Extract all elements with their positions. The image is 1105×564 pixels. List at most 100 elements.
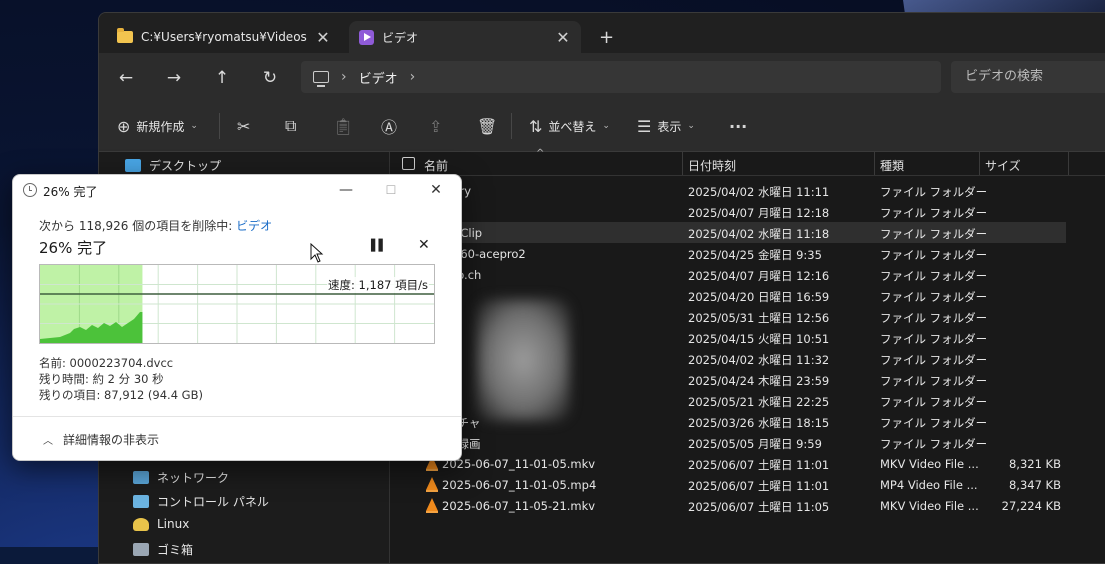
up-arrow-icon[interactable]: ↑ (209, 65, 235, 91)
file-date: 2025/05/05 月曜日 9:59 (688, 437, 822, 451)
progress-graph: 速度: 1,187 項目/s (39, 264, 435, 344)
tab-videos[interactable]: ビデオ ✕ (349, 21, 581, 53)
toolbar-divider (219, 113, 220, 139)
file-row[interactable]: 2025-06-07_11-01-05.mkv 2025/06/07 土曜日 11… (390, 453, 1066, 474)
file-date: 2025/04/02 水曜日 11:32 (688, 353, 830, 367)
sort-icon: ⇅ (529, 116, 543, 136)
rename-icon[interactable]: Ⓐ (381, 115, 397, 137)
column-divider[interactable] (979, 152, 980, 175)
file-row[interactable]: 2025-06-07_11-05-21.mkv 2025/06/07 土曜日 11… (390, 495, 1066, 516)
close-tab-icon[interactable]: ✕ (315, 28, 331, 47)
view-button-label: 表示 (657, 119, 682, 134)
new-tab-button[interactable]: + (599, 27, 614, 48)
video-library-icon (359, 29, 374, 45)
items-remaining: 残りの項目: 87,912 (94.4 GB) (39, 388, 203, 402)
file-row[interactable]: mo.ch 2025/04/07 月曜日 12:16 ファイル フォルダー (390, 264, 1066, 285)
sidebar-item-label: ネットワーク (157, 471, 230, 485)
share-icon[interactable]: ⇪ (429, 115, 442, 137)
file-type: MKV Video File ... (880, 499, 979, 513)
new-button-label: 新規作成 (136, 119, 185, 134)
cancel-button[interactable]: ✕ (418, 237, 430, 253)
delete-status: 次から 118,926 個の項目を削除中: ビデオ (39, 217, 272, 234)
file-date: 2025/05/31 土曜日 12:56 (688, 311, 830, 325)
file-date: 2025/06/07 土曜日 11:05 (688, 500, 830, 514)
sidebar-item-desktop[interactable]: デスクトップ (125, 157, 221, 174)
file-date: 2025/04/15 火曜日 10:51 (688, 332, 830, 346)
file-type: ファイル フォルダー (880, 290, 988, 304)
file-row[interactable]: heClip 2025/04/02 水曜日 11:18 ファイル フォルダー (390, 222, 1066, 243)
back-arrow-icon[interactable]: ← (113, 65, 139, 91)
column-name[interactable]: 名前 (424, 157, 448, 174)
paste-icon[interactable]: 📋︎ (333, 115, 353, 137)
sidebar-item-label: デスクトップ (149, 159, 222, 173)
toolbar-divider (511, 113, 512, 139)
this-pc-icon (313, 71, 329, 87)
file-row[interactable]: M2025/04/07 月曜日 12:18ファイル フォルダー (390, 201, 1066, 222)
navigation-bar: ← → ↑ ↻ › ビデオ › ビデオの検索 (99, 53, 1105, 101)
address-bar[interactable]: › ビデオ › (301, 61, 941, 93)
chevron-right-icon[interactable]: › (410, 69, 416, 85)
percent-complete: 26% 完了 (39, 239, 108, 257)
sidebar-item-recycle-bin[interactable]: ゴミ箱 (133, 541, 193, 558)
file-type: ファイル フォルダー (880, 311, 988, 325)
sidebar-item-network[interactable]: ネットワーク (133, 469, 229, 486)
file-type: ファイル フォルダー (880, 437, 988, 451)
forward-arrow-icon[interactable]: → (161, 65, 187, 91)
sidebar-item-control-panel[interactable]: コントロール パネル (133, 493, 269, 510)
chevron-right-icon[interactable]: › (341, 69, 347, 85)
details-toggle[interactable]: ︿ 詳細情報の非表示 (13, 416, 461, 460)
file-type: ファイル フォルダー (880, 248, 988, 262)
file-type: ファイル フォルダー (880, 353, 988, 367)
mouse-cursor-icon (310, 243, 324, 263)
command-bar: ⊕ 新規作成 ⌄ ✂ ⧉ 📋︎ Ⓐ ⇪ 🗑︎ ⇅ 並べ替え ⌄ ☰ 表示 ⌄ ·… (99, 101, 1105, 152)
delete-status-text: 次から 118,926 個の項目を削除中: (39, 219, 237, 233)
column-divider[interactable] (874, 152, 875, 175)
file-type: ファイル フォルダー (880, 395, 988, 409)
column-date[interactable]: 日付時刻 (688, 157, 736, 174)
file-row[interactable]: llery2025/04/02 水曜日 11:11ファイル フォルダー (390, 180, 1066, 201)
column-size[interactable]: サイズ (985, 157, 1021, 174)
folder-icon (117, 28, 133, 43)
file-type: ファイル フォルダー (880, 269, 988, 283)
column-divider[interactable] (1068, 152, 1069, 175)
file-row[interactable]: a360-acepro2 2025/04/25 金曜日 9:35 ファイル フォルダ… (390, 243, 1066, 264)
sort-button[interactable]: ⇅ 並べ替え ⌄ (529, 115, 610, 137)
column-divider[interactable] (682, 152, 683, 175)
delete-icon[interactable]: 🗑︎ (477, 115, 497, 137)
more-options-icon[interactable]: ··· (729, 115, 747, 137)
new-button[interactable]: ⊕ 新規作成 ⌄ (117, 115, 198, 137)
file-type: ファイル フォルダー (880, 332, 988, 346)
breadcrumb-videos[interactable]: ビデオ (359, 68, 398, 87)
desktop-icon (125, 159, 141, 172)
minimize-button[interactable]: — (331, 179, 361, 201)
file-row[interactable]: 2025-06-07_11-01-05.mp4 2025/06/07 土曜日 11… (390, 474, 1066, 495)
file-row[interactable]: 面録画 2025/05/05 月曜日 9:59 ファイル フォルダー (390, 432, 1066, 453)
copy-icon[interactable]: ⧉ (285, 115, 296, 137)
network-icon (133, 471, 149, 484)
delete-target-link[interactable]: ビデオ (236, 219, 272, 233)
tab-users-videos[interactable]: C:¥Users¥ryomatsu¥Videos¥lou ✕ (107, 21, 341, 53)
file-date: 2025/04/07 月曜日 12:18 (688, 206, 830, 220)
cut-icon[interactable]: ✂ (237, 115, 250, 137)
pause-button[interactable]: ▌▌ (371, 239, 387, 252)
column-type[interactable]: 種類 (880, 157, 904, 174)
close-tab-icon[interactable]: ✕ (555, 28, 571, 47)
maximize-button[interactable]: ☐ (376, 179, 406, 201)
sidebar-item-label: コントロール パネル (157, 495, 269, 509)
refresh-icon[interactable]: ↻ (257, 65, 283, 91)
view-button[interactable]: ☰ 表示 ⌄ (637, 115, 695, 137)
search-input[interactable]: ビデオの検索 (951, 61, 1105, 93)
select-all-checkbox[interactable] (402, 157, 415, 170)
sidebar-item-label: ゴミ箱 (157, 543, 194, 557)
close-button[interactable]: ✕ (421, 179, 451, 201)
sort-button-label: 並べ替え (548, 119, 597, 134)
file-size: 8,347 KB (1008, 478, 1061, 492)
details-toggle-label: 詳細情報の非表示 (63, 433, 160, 447)
file-date: 2025/03/26 水曜日 18:15 (688, 416, 830, 430)
file-list: ^ 名前 日付時刻 種類 サイズ llery2025/04/02 水曜日 11:… (390, 148, 1105, 563)
file-date: 2025/04/07 月曜日 12:16 (688, 269, 830, 283)
time-remaining: 残り時間: 約 2 分 30 秒 (39, 372, 164, 386)
sidebar-item-linux[interactable]: Linux (133, 517, 189, 531)
current-file-name: 名前: 0000223704.dvcc (39, 356, 174, 370)
control-panel-icon (133, 495, 149, 508)
